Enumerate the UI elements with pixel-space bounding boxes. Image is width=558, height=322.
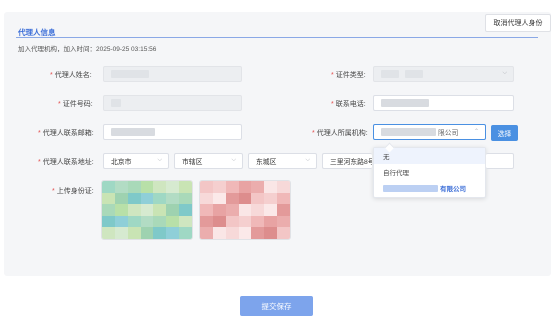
street-field[interactable]: 三里河东路8号 [322, 153, 372, 169]
id-upload-label: * 上传身份证: [52, 188, 94, 195]
id-number-label: * 证件号码: [58, 101, 93, 108]
blurred-image [200, 181, 290, 239]
redacted-value [381, 70, 399, 78]
required-mark: * [52, 188, 55, 195]
chevron-up-icon: ⌃ [473, 129, 479, 135]
submit-save-button[interactable]: 提交保存 [240, 296, 313, 316]
required-mark: * [38, 130, 41, 137]
id-front-image[interactable] [101, 180, 193, 240]
redacted-value [381, 99, 429, 107]
district-select[interactable]: 市辖区 ⌵ [174, 153, 243, 169]
select-org-button[interactable]: 选择 [491, 125, 518, 141]
redacted-value [111, 128, 155, 136]
county-select[interactable]: 东城区 ⌵ [248, 153, 317, 169]
email-label: * 代理人联系邮箱: [38, 130, 94, 137]
required-mark: * [38, 159, 41, 166]
street-field-end [486, 153, 514, 169]
org-label: * 代理人所属机构: [312, 130, 368, 137]
chevron-down-icon: ⌵ [157, 157, 162, 163]
redacted-value [381, 128, 436, 136]
chevron-down-icon: ⌵ [305, 157, 310, 163]
email-field[interactable] [103, 124, 242, 140]
phone-field[interactable] [373, 95, 514, 111]
id-back-image[interactable] [199, 180, 291, 240]
redacted-value [405, 70, 423, 78]
redacted-value [111, 70, 149, 78]
dropdown-option-selected[interactable]: 有限公司 [374, 180, 485, 196]
section-divider [16, 37, 538, 38]
cancel-agent-button[interactable]: 取消代理人身份 [485, 14, 551, 32]
address-label: * 代理人联系地址: [38, 159, 94, 166]
province-select[interactable]: 北京市 ⌵ [103, 153, 169, 169]
required-mark: * [50, 72, 53, 79]
dropdown-option-self[interactable]: 自行代理 [374, 164, 485, 180]
id-type-label: * 证件类型: [331, 72, 366, 79]
join-info-text: 加入代理机构，加入时间：2025-09-25 03:15:56 [18, 46, 157, 53]
name-field[interactable] [103, 66, 242, 82]
name-label: * 代理人姓名: [50, 72, 92, 79]
required-mark: * [312, 130, 315, 137]
phone-label: * 联系电话: [331, 101, 366, 108]
org-dropdown: 无 自行代理 有限公司 [373, 142, 486, 198]
required-mark: * [58, 101, 61, 108]
required-mark: * [331, 101, 334, 108]
chevron-down-icon: ⌵ [502, 70, 507, 76]
id-type-select[interactable]: ⌵ [373, 66, 514, 82]
required-mark: * [331, 72, 334, 79]
org-value-text: 限公司 [438, 130, 459, 137]
redacted-value [111, 99, 121, 107]
chevron-down-icon: ⌵ [231, 157, 236, 163]
redacted-value [383, 184, 438, 192]
org-select[interactable]: 限公司 ⌃ [373, 124, 486, 140]
id-number-field[interactable] [103, 95, 242, 111]
blurred-image [102, 181, 192, 239]
